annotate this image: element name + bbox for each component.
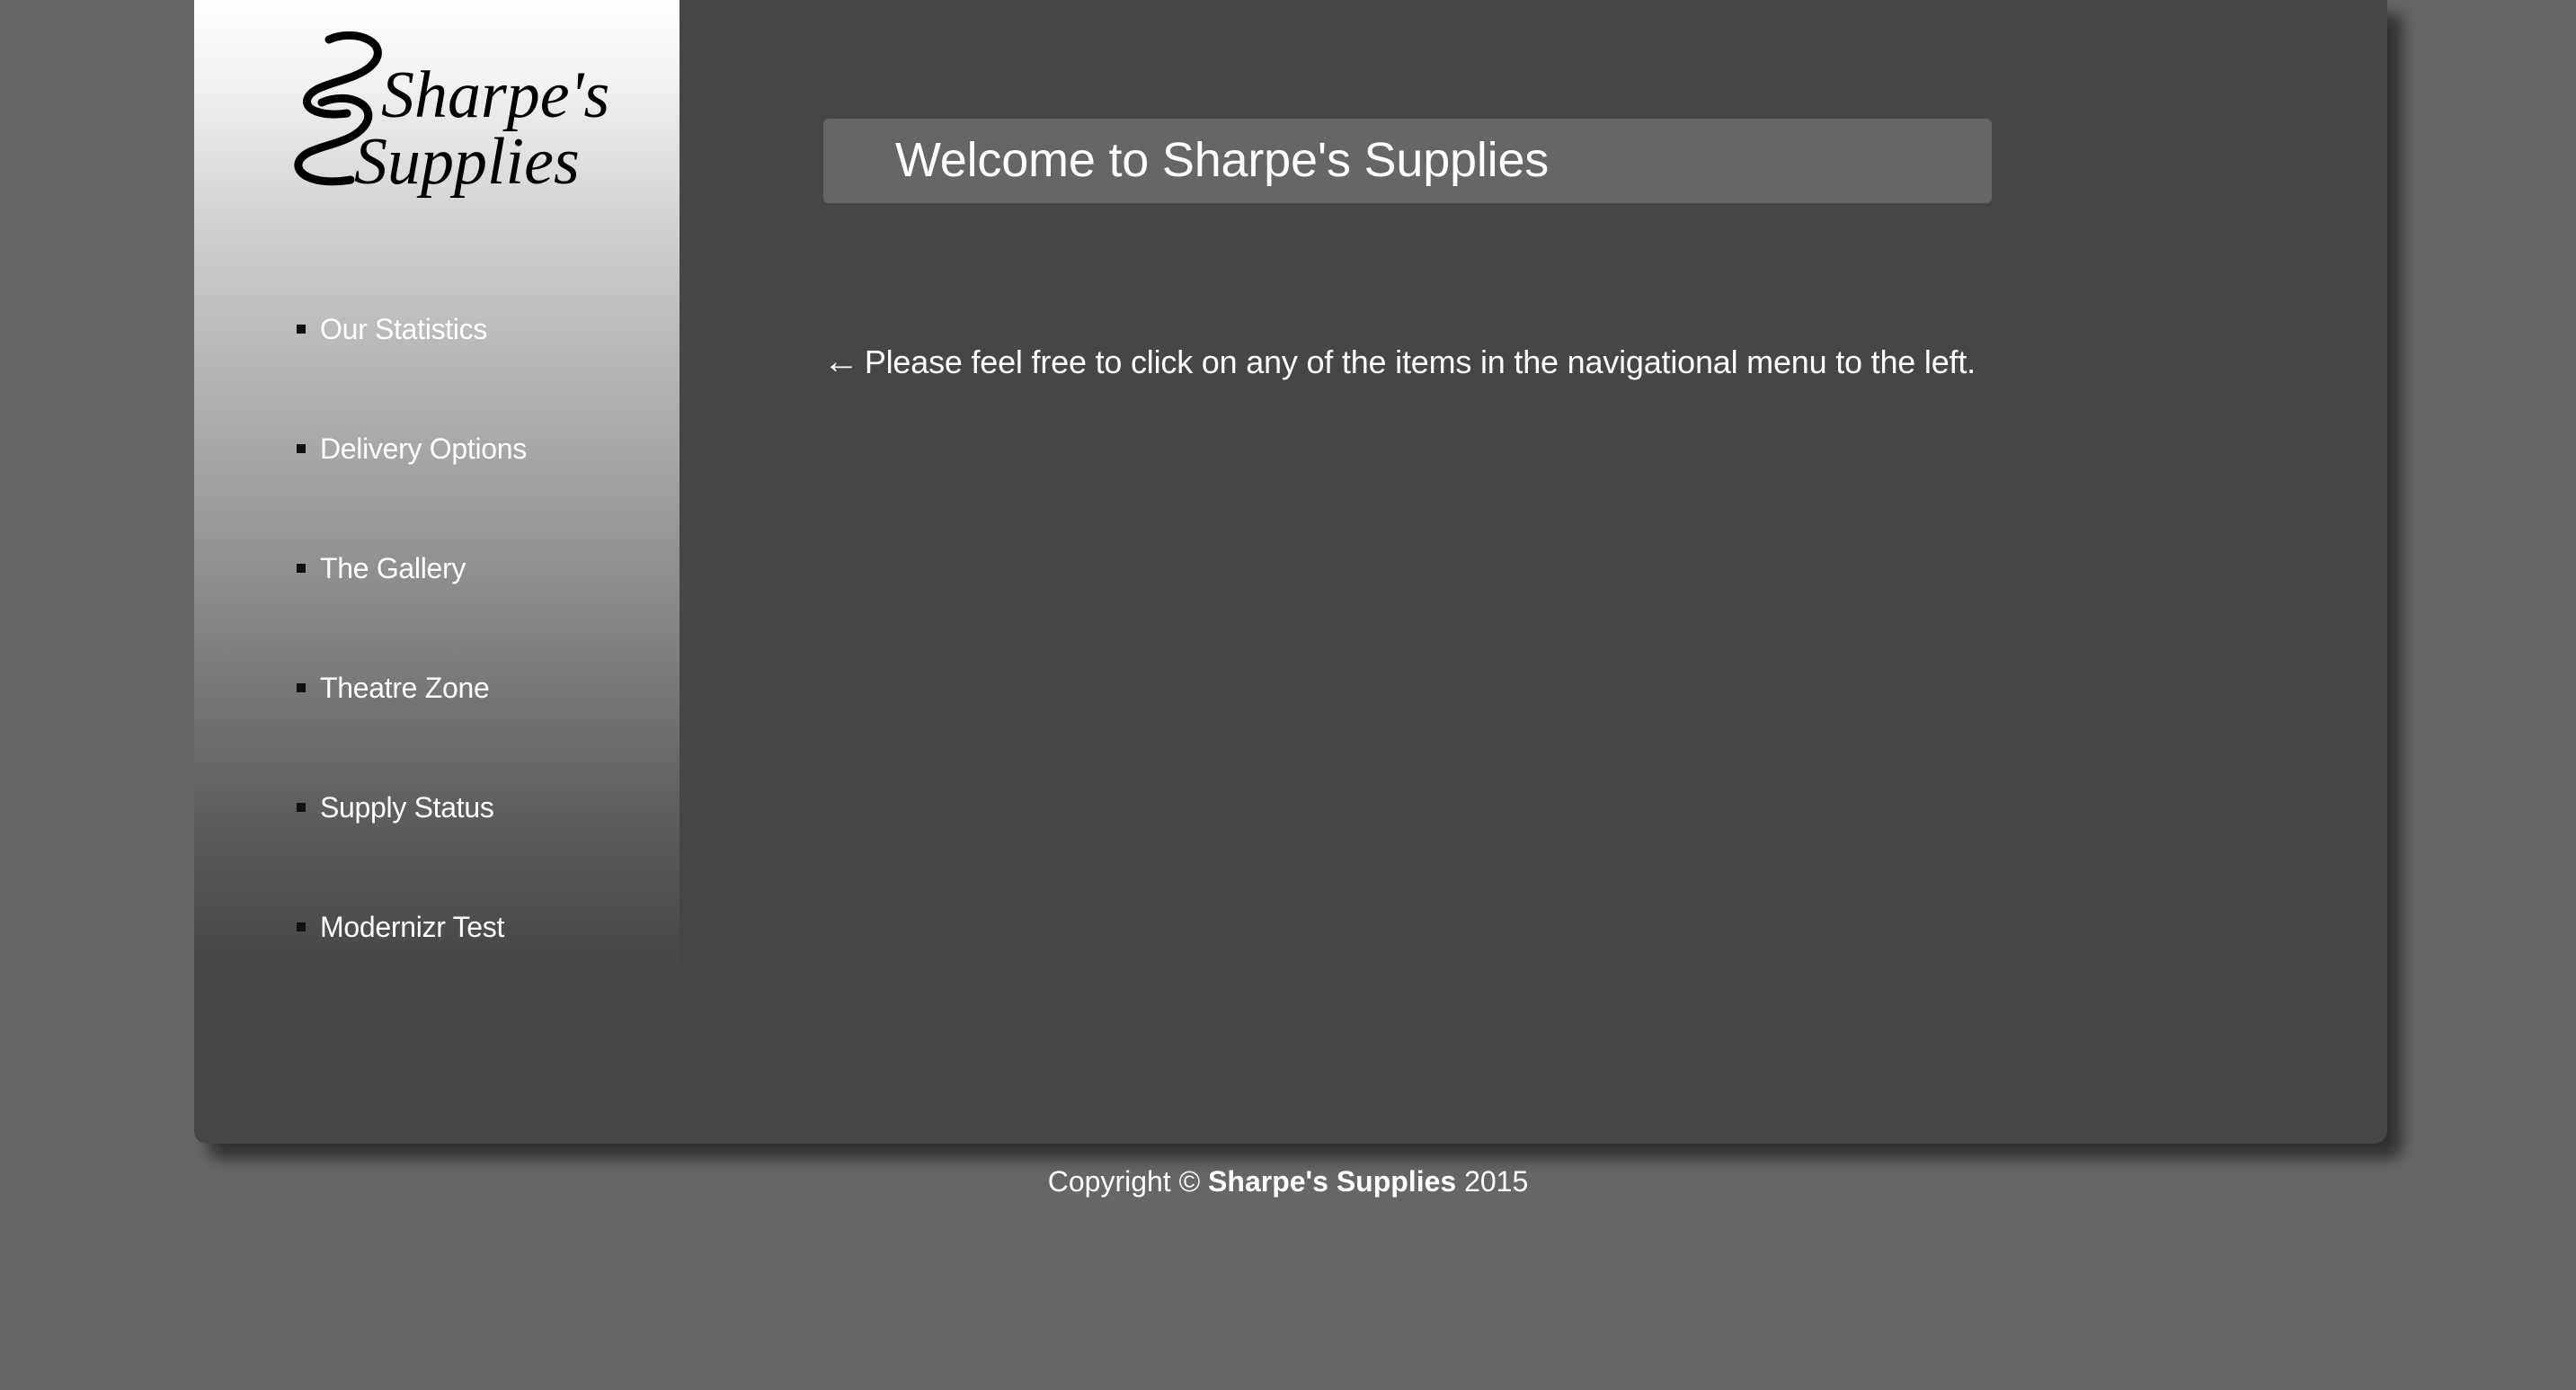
logo-text-line1: Sharpe's [381, 58, 609, 132]
copyright-year: 2015 [1464, 1165, 1529, 1198]
nav-item-label[interactable]: Modernizr Test [320, 911, 504, 944]
bullet-icon [297, 683, 306, 692]
bullet-icon [297, 325, 306, 334]
page-title: Welcome to Sharpe's Supplies [895, 133, 1550, 187]
sidebar: Sharpe's Supplies Our Statistics Deliver… [194, 0, 680, 971]
bullet-icon [297, 564, 306, 573]
welcome-banner: Welcome to Sharpe's Supplies [823, 119, 1992, 203]
nav-item-theatre-zone[interactable]: Theatre Zone [297, 661, 638, 715]
site-logo[interactable]: Sharpe's Supplies [277, 27, 618, 216]
bullet-icon [297, 922, 306, 931]
nav-item-the-gallery[interactable]: The Gallery [297, 541, 638, 595]
intro-text: ← Please feel free to click on any of the… [823, 342, 1976, 382]
left-arrow-icon: ← [823, 342, 859, 381]
logo-text-line2: Supplies [354, 125, 580, 199]
copyright-brand: Sharpe's Supplies [1208, 1165, 1457, 1198]
copyright-prefix: Copyright © [1047, 1165, 1201, 1198]
intro-message: Please feel free to click on any of the … [864, 343, 1976, 380]
nav-item-label[interactable]: Theatre Zone [320, 672, 490, 705]
nav-item-modernizr-test[interactable]: Modernizr Test [297, 900, 638, 954]
nav-item-label[interactable]: Our Statistics [320, 313, 487, 346]
nav-item-label[interactable]: The Gallery [320, 552, 466, 585]
bullet-icon [297, 444, 306, 453]
nav-item-our-statistics[interactable]: Our Statistics [297, 302, 638, 356]
nav-item-label[interactable]: Supply Status [320, 791, 494, 824]
footer: Copyright © Sharpe's Supplies 2015 [0, 1165, 2576, 1198]
nav-item-supply-status[interactable]: Supply Status [297, 780, 638, 834]
nav-item-label[interactable]: Delivery Options [320, 432, 527, 466]
bullet-icon [297, 803, 306, 812]
nav-item-delivery-options[interactable]: Delivery Options [297, 422, 638, 476]
page-container: Sharpe's Supplies Our Statistics Deliver… [194, 0, 2387, 1144]
